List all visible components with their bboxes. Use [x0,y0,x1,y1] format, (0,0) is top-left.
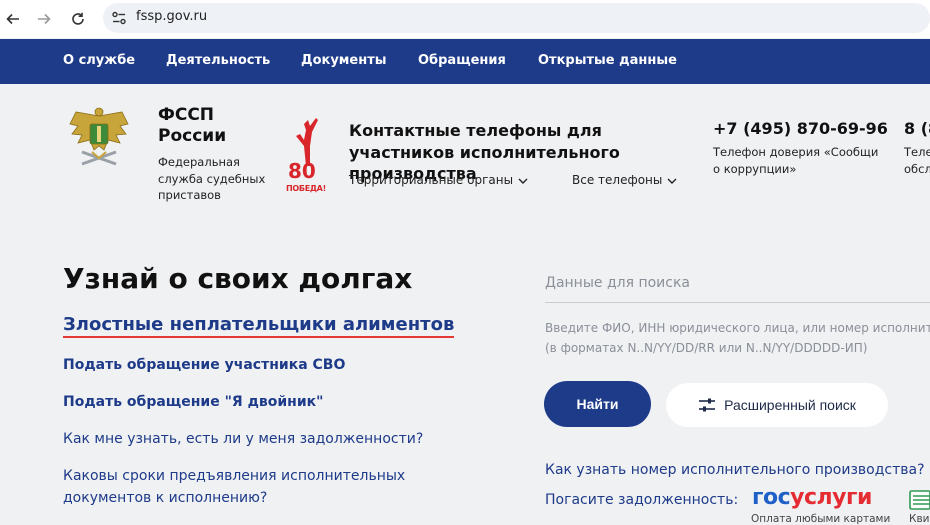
receipt-label: Кви [909,513,930,525]
org-name-line1: ФССП [158,105,215,125]
org-subtitle: Федеральная служба судебных приставов [158,155,266,202]
advanced-search-label: Расширенный поиск [724,397,856,413]
search-input-underline [545,302,930,303]
nav-item-open-data[interactable]: Открытые данные [538,53,677,68]
receipt-icon[interactable] [909,490,930,510]
phone-second-desc-line2: обсл [904,161,930,176]
faq-deadlines-link[interactable]: Каковы сроки предъявления исполнительных… [63,465,405,509]
alimony-defaulters-link[interactable]: Злостные неплательщики алиментов [63,314,455,338]
reload-icon [72,12,84,25]
fssp-emblem-icon[interactable] [68,106,130,168]
phone-second[interactable]: 8 (8 [904,119,930,138]
chevron-down-icon [518,178,528,184]
double-appeal-link[interactable]: Подать обращение "Я двойник" [63,394,323,410]
nav-item-appeals[interactable]: Обращения [418,53,506,68]
nav-item-documents[interactable]: Документы [301,53,387,68]
phone-trust-line[interactable]: +7 (495) 870-69-96 [713,119,888,138]
pay-debt-label: Погасите задолженность: [545,492,739,508]
address-bar[interactable]: fssp.gov.ru [103,3,930,33]
search-hint-line2: (в форматах N..N/YY/DD/RR или N..N/YY/DD… [545,341,868,355]
gosuslugi-logo-part1: гос [752,485,791,510]
regions-dropdown[interactable]: Территориальные органы [349,173,528,187]
svo-appeal-link[interactable]: Подать обращение участника СВО [63,357,345,373]
top-navigation: О службе Деятельность Документы Обращени… [0,39,930,84]
reload-button[interactable] [67,8,89,30]
forward-arrow-icon [38,13,51,25]
org-name[interactable]: ФССП России [158,105,226,147]
back-arrow-icon [6,13,19,25]
search-hint: Введите ФИО, ИНН юридического лица, или … [545,318,930,358]
page-title: Узнай о своих долгах [63,262,413,295]
victory-word: ПОБЕДА! [286,184,326,193]
advanced-search-button[interactable]: Расширенный поиск [666,383,888,427]
faq-debt-check-link[interactable]: Как мне узнать, есть ли у меня задолженн… [63,428,423,450]
org-name-line2: России [158,126,227,146]
victory-number: 80 [288,159,316,183]
forward-button[interactable] [33,8,55,30]
site-settings-icon[interactable] [111,10,127,26]
nav-item-activity[interactable]: Деятельность [166,53,270,68]
case-number-help-link[interactable]: Как узнать номер исполнительного произво… [545,462,925,478]
all-phones-dropdown-label: Все телефоны [572,173,663,187]
back-button[interactable] [2,8,24,30]
gosuslugi-logo-part2: услуги [790,485,872,510]
nav-item-about[interactable]: О службе [63,53,135,68]
gosuslugi-logo[interactable]: госуслуги [752,485,872,510]
faq-deadlines-line1: Каковы сроки предъявления исполнительных [63,468,406,484]
gosuslugi-subtitle: Оплата любыми картами [751,513,891,525]
phone-second-desc-line1: Теле [904,145,930,159]
phone-second-desc: Теле обсл [904,144,930,177]
victory-80-logo[interactable]: 80 ПОБЕДА! [286,116,328,198]
search-input[interactable]: Данные для поиска [545,275,690,291]
url-text[interactable]: fssp.gov.ru [136,9,207,24]
all-phones-dropdown[interactable]: Все телефоны [572,173,677,187]
chevron-down-icon [667,178,677,184]
faq-deadlines-line2: документов к исполнению? [63,490,268,506]
find-button[interactable]: Найти [544,381,651,427]
filter-sliders-icon [699,398,716,412]
browser-toolbar: fssp.gov.ru [0,0,930,38]
regions-dropdown-label: Территориальные органы [349,173,514,187]
phone-trust-line-desc: Телефон доверия «Сообщи о коррупции» [713,145,879,176]
search-hint-line1: Введите ФИО, ИНН юридического лица, или … [545,321,930,335]
